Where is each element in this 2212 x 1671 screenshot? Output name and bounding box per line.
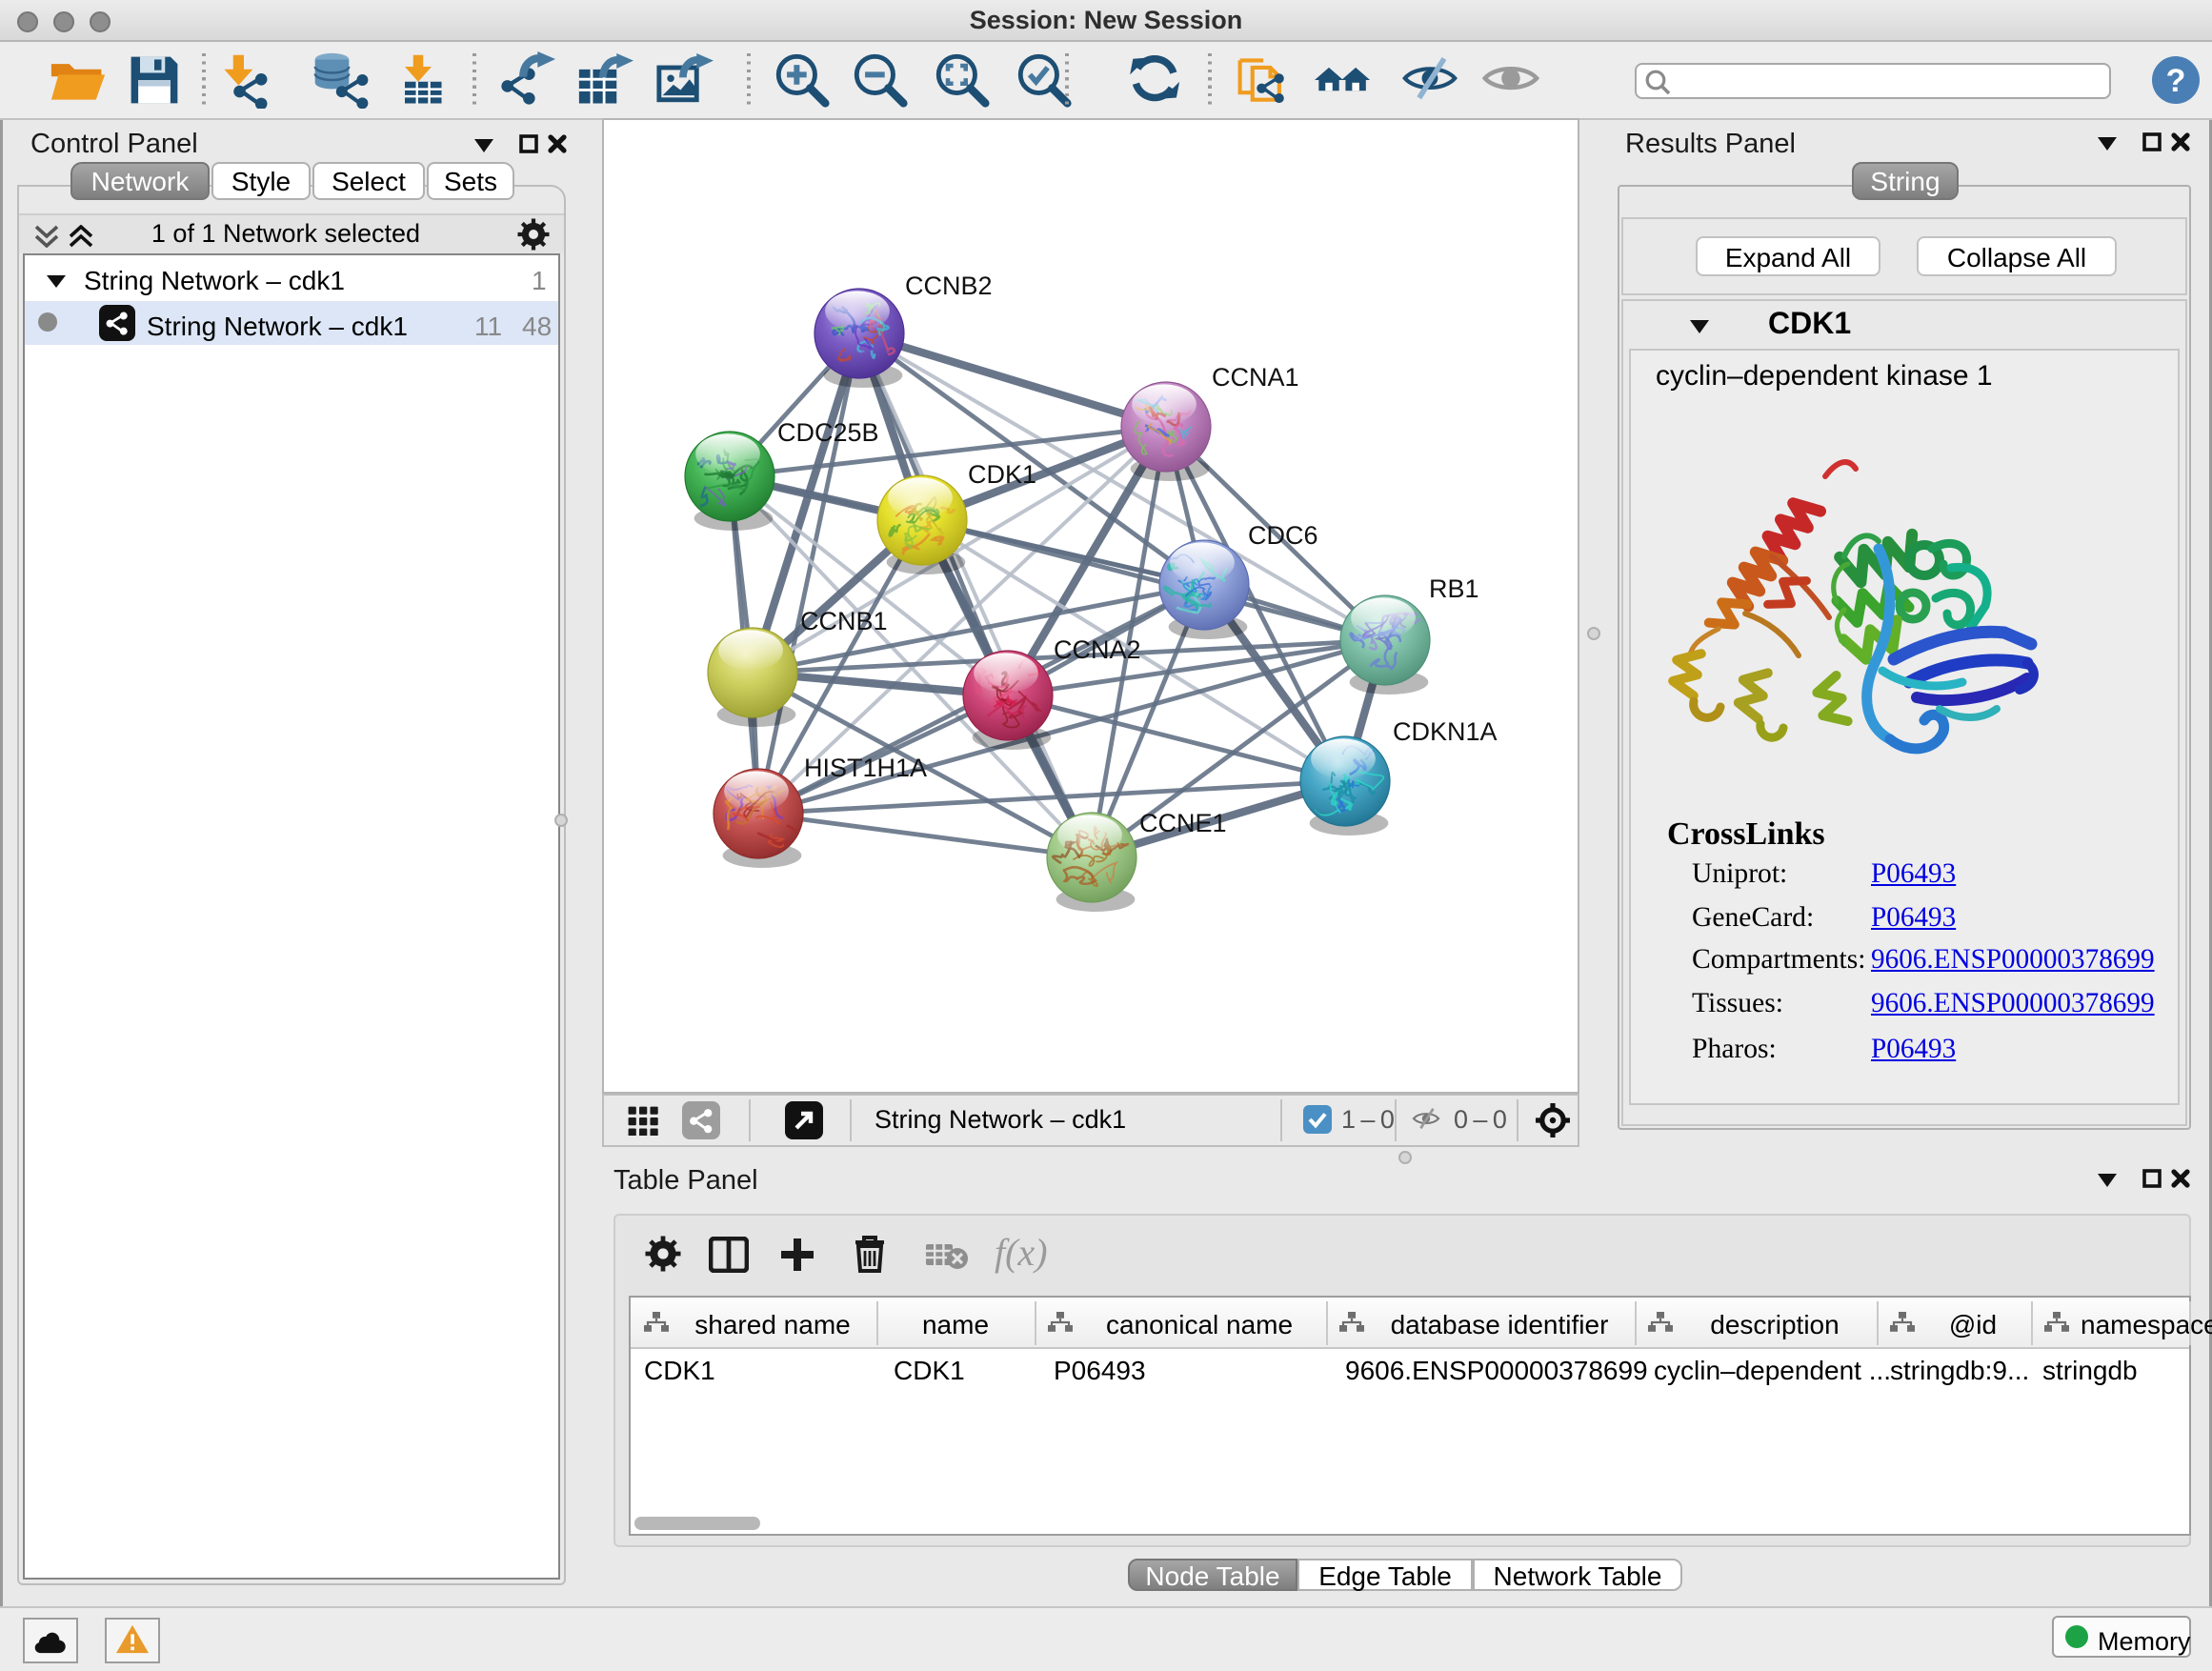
svg-text:CCNA2: CCNA2	[1054, 635, 1141, 664]
svg-text:?: ?	[2166, 63, 2186, 99]
svg-text:CDC25B: CDC25B	[777, 418, 879, 447]
svg-text:CDC6: CDC6	[1248, 521, 1318, 550]
svg-text:CCNE1: CCNE1	[1139, 809, 1227, 837]
svg-text:HIST1H1A: HIST1H1A	[804, 754, 927, 782]
svg-text:CDKN1A: CDKN1A	[1393, 717, 1498, 746]
svg-text:CCNA1: CCNA1	[1212, 363, 1299, 392]
svg-text:CDK1: CDK1	[968, 460, 1036, 489]
svg-text:CCNB1: CCNB1	[800, 607, 888, 635]
svg-text:RB1: RB1	[1429, 574, 1479, 603]
svg-text:CCNB2: CCNB2	[905, 272, 993, 300]
